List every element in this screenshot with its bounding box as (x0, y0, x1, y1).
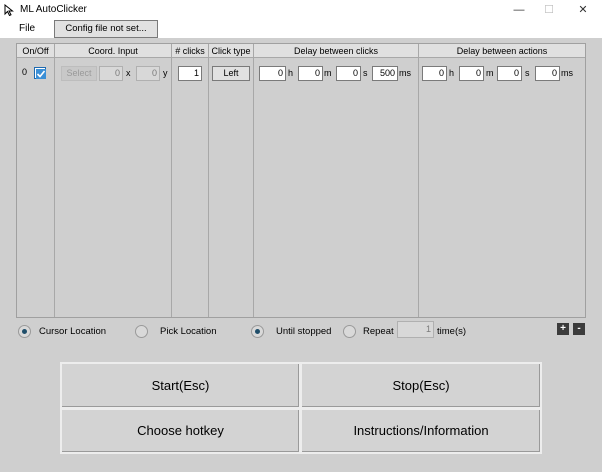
stop-button[interactable]: Stop(Esc) (300, 362, 542, 409)
repeat-count-input[interactable]: 1 (397, 321, 434, 338)
minutes-label: m (324, 68, 332, 78)
header-delay-clicks: Delay between clicks (254, 44, 418, 58)
minimize-button[interactable]: — (504, 0, 534, 20)
y-coordinate-input[interactable]: 0 (136, 66, 160, 81)
header-on-off: On/Off (17, 44, 54, 58)
menu-file[interactable]: File (19, 23, 35, 34)
checkmark-icon (36, 69, 46, 79)
column-divider (208, 44, 209, 317)
action-delay-minutes-input[interactable]: 0 (459, 66, 484, 81)
header-coord-input: Coord. Input (55, 44, 171, 58)
until-stopped-radio[interactable] (251, 325, 264, 338)
x-label: x (126, 68, 131, 78)
header-delay-actions: Delay between actions (419, 44, 585, 58)
ms-label: ms (561, 68, 573, 78)
cursor-location-label: Cursor Location (39, 326, 107, 337)
add-row-button[interactable]: + (557, 323, 569, 335)
pick-location-label: Pick Location (160, 326, 217, 337)
until-stopped-label: Until stopped (276, 326, 332, 337)
seconds-label: s (525, 68, 530, 78)
cursor-location-radio[interactable] (18, 325, 31, 338)
y-label: y (163, 68, 168, 78)
header-clicks: # clicks (172, 44, 208, 58)
actions-table (16, 43, 586, 318)
times-label: time(s) (437, 326, 467, 337)
start-button[interactable]: Start(Esc) (60, 362, 301, 409)
click-delay-seconds-input[interactable]: 0 (336, 66, 361, 81)
column-divider (171, 44, 172, 317)
select-location-button[interactable]: Select (61, 66, 97, 81)
seconds-label: s (363, 68, 368, 78)
ms-label: ms (399, 68, 411, 78)
pick-location-radio[interactable] (135, 325, 148, 338)
config-file-button[interactable]: Config file not set... (54, 20, 158, 38)
click-delay-minutes-input[interactable]: 0 (298, 66, 323, 81)
repeat-label: Repeat (363, 326, 394, 337)
clicks-input[interactable]: 1 (178, 66, 202, 81)
choose-hotkey-button[interactable]: Choose hotkey (60, 408, 301, 454)
click-delay-ms-input[interactable]: 500 (372, 66, 398, 81)
action-delay-ms-input[interactable]: 0 (535, 66, 560, 81)
action-delay-seconds-input[interactable]: 0 (497, 66, 522, 81)
repeat-radio[interactable] (343, 325, 356, 338)
row-enabled-checkbox[interactable] (34, 67, 46, 79)
maximize-button[interactable]: ☐ (534, 0, 564, 20)
hours-label: h (449, 68, 455, 78)
click-type-button[interactable]: Left (212, 66, 250, 81)
close-button[interactable]: ✕ (568, 0, 598, 20)
column-divider (253, 44, 254, 317)
remove-row-button[interactable]: - (573, 323, 585, 335)
click-delay-hours-input[interactable]: 0 (259, 66, 286, 81)
minutes-label: m (486, 68, 494, 78)
column-divider (418, 44, 419, 317)
action-delay-hours-input[interactable]: 0 (422, 66, 447, 81)
instructions-button[interactable]: Instructions/Information (300, 408, 542, 454)
column-divider (54, 44, 55, 317)
cursor-app-icon (4, 3, 14, 17)
row-index: 0 (22, 67, 28, 77)
header-click-type: Click type (209, 44, 253, 58)
window-title: ML AutoClicker (20, 4, 87, 15)
x-coordinate-input[interactable]: 0 (99, 66, 123, 81)
hours-label: h (288, 68, 294, 78)
